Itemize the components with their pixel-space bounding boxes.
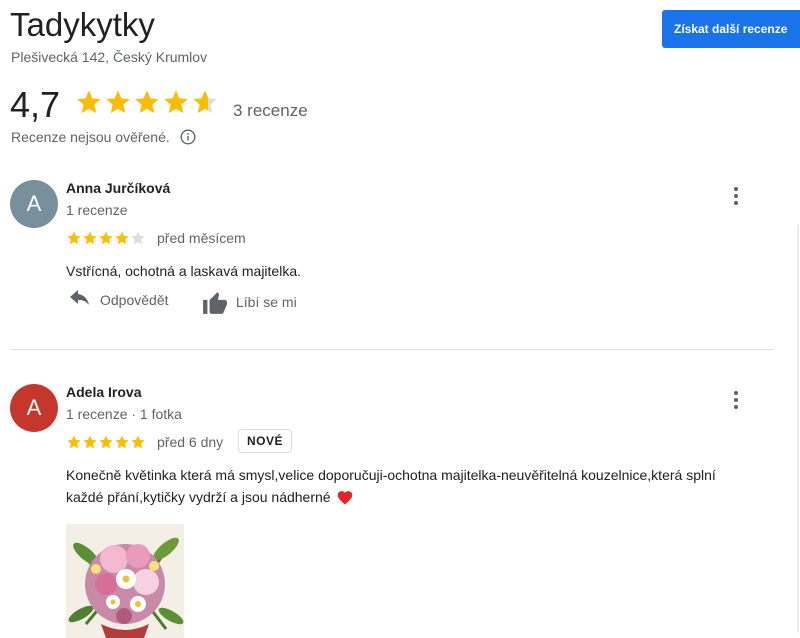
review-text: Vstřícná, ochotná a laskavá majitelka. <box>66 263 302 279</box>
star-half-icon <box>193 90 217 114</box>
business-address: Plešivecká 142, Český Krumlov <box>11 49 208 65</box>
star-icon <box>83 231 97 245</box>
review-count: 3 recenze <box>233 101 308 120</box>
reviewer-name[interactable]: Anna Jurčíková <box>66 180 170 196</box>
review-date: před měsícem <box>157 230 246 246</box>
reviewer-meta: 1 recenze <box>66 202 128 218</box>
review-text-container: Konečně květinka která má smysl,velice d… <box>66 464 756 508</box>
review-item: A Adela Irova 1 recenze · 1 fotka před 6… <box>10 384 780 638</box>
avatar[interactable]: A <box>10 180 58 228</box>
bouquet-photo <box>66 524 184 638</box>
heart-emoji-icon <box>338 491 353 505</box>
average-rating: 4,7 <box>10 84 61 125</box>
star-icon <box>131 435 145 449</box>
star-icon <box>115 435 129 449</box>
reviewer-name[interactable]: Adela Irova <box>66 384 141 400</box>
get-more-reviews-button[interactable]: Získat další recenze <box>662 10 800 48</box>
star-icon <box>164 90 188 114</box>
review-stars <box>66 434 146 450</box>
thumbs-up-icon <box>203 292 227 314</box>
like-label: Líbí se mi <box>236 294 297 310</box>
scrollbar[interactable] <box>797 225 799 633</box>
star-icon <box>67 231 81 245</box>
review-item: A Anna Jurčíková 1 recenze před měsícem … <box>10 180 780 330</box>
star-icon <box>99 231 113 245</box>
avatar[interactable]: A <box>10 384 58 432</box>
review-divider <box>10 349 774 350</box>
business-name: Tadykytky <box>10 6 155 43</box>
reply-icon <box>70 290 89 305</box>
star-icon <box>106 90 130 114</box>
star-empty-icon <box>131 231 145 245</box>
review-stars <box>66 230 146 246</box>
info-icon[interactable] <box>180 129 196 145</box>
average-rating-stars <box>75 88 219 116</box>
star-icon <box>135 90 159 114</box>
review-text: Konečně květinka která má smysl,velice d… <box>66 467 716 505</box>
star-icon <box>67 435 81 449</box>
more-options-icon[interactable] <box>726 388 746 412</box>
reply-label: Odpovědět <box>100 292 169 308</box>
verified-note-text: Recenze nejsou ověřené. <box>11 129 170 145</box>
star-icon <box>83 435 97 449</box>
more-options-icon[interactable] <box>726 184 746 208</box>
review-photo[interactable] <box>66 524 184 638</box>
new-badge: NOVÉ <box>238 429 293 453</box>
star-icon <box>99 435 113 449</box>
reply-button[interactable]: Odpovědět <box>68 290 169 310</box>
verified-note: Recenze nejsou ověřené. <box>11 129 196 145</box>
reviewer-meta: 1 recenze · 1 fotka <box>66 406 182 422</box>
star-icon <box>115 231 129 245</box>
review-date: před 6 dny <box>157 434 224 450</box>
like-button[interactable]: Líbí se mi <box>202 290 297 314</box>
star-icon <box>77 90 101 114</box>
